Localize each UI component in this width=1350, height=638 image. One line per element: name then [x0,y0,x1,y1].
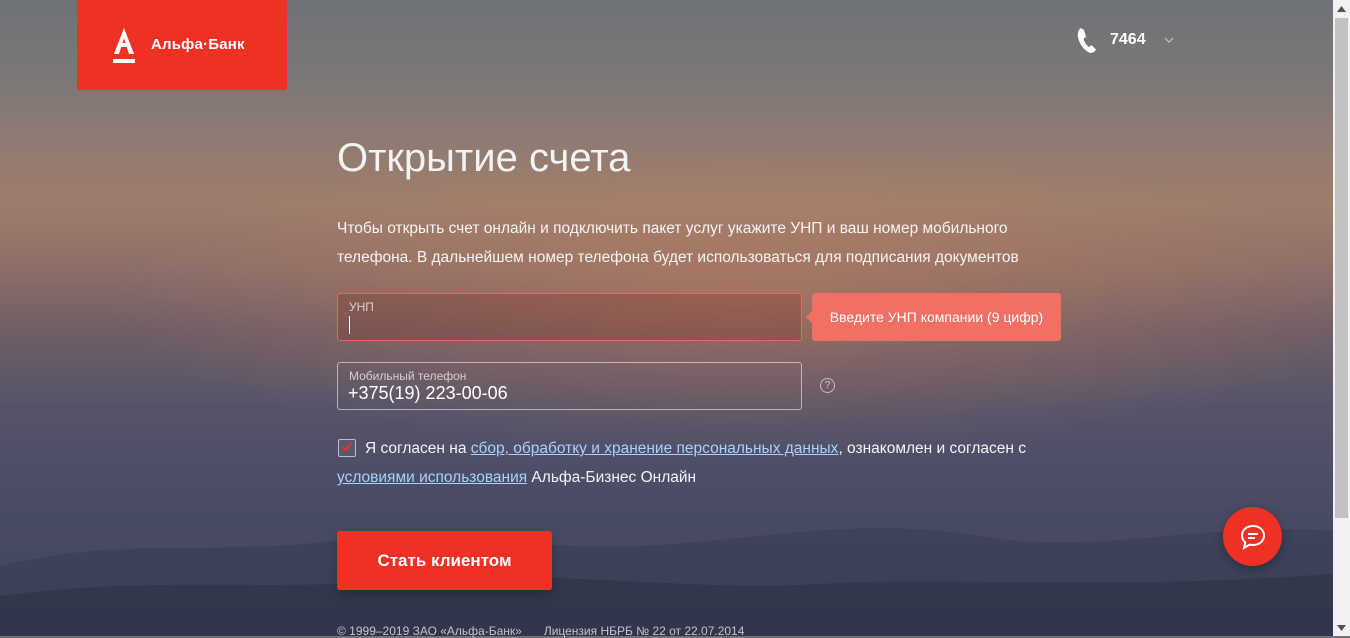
consent-text: Я согласен на сбор, обработку и хранение… [337,434,1057,492]
chat-button[interactable] [1223,507,1282,566]
logo-text: Альфа·Банк [151,36,245,53]
become-client-button[interactable]: Стать клиентом [337,531,552,590]
chat-bubble-icon [1240,524,1265,550]
mobile-phone-label: Мобильный телефон [349,369,467,383]
page-title: Открытие счета [337,136,631,180]
text-caret [349,316,350,334]
alfa-logo-icon [113,28,135,63]
vertical-scrollbar[interactable] [1333,0,1350,636]
page-description: Чтобы открыть счет онлайн и подключить п… [337,220,1019,266]
terms-of-use-link[interactable]: условиями использования [337,469,527,486]
scroll-thumb[interactable] [1335,18,1348,518]
unp-field[interactable]: УНП [337,293,802,341]
mobile-phone-value: +375(19) 223-00-06 [348,383,508,403]
unp-error-tooltip: Введите УНП компании (9 цифр) [806,293,1061,341]
phone-number: 7464 [1110,31,1146,48]
scroll-down-icon [1337,624,1346,631]
personal-data-link[interactable]: сбор, обработку и хранение персональных … [471,440,839,457]
consent-text-1: Я согласен на [365,440,471,457]
phone-selector[interactable]: 7464 [1076,26,1174,54]
phone-icon [1077,28,1096,53]
unp-label: УНП [349,300,374,314]
scroll-down-arrow[interactable] [1333,619,1350,636]
mobile-phone-field[interactable]: Мобильный телефон +375(19) 223-00-06 [337,362,802,410]
help-icon[interactable]: ? [820,378,835,393]
background-hills [0,528,1333,636]
consent-text-2: , ознакомлен и согласен с [838,440,1027,457]
scroll-up-icon [1337,5,1346,12]
chevron-down-icon [1164,37,1174,43]
consent-text-3: Альфа-Бизнес Онлайн [527,469,697,486]
alfa-bank-logo[interactable]: Альфа·Банк [77,0,287,90]
scroll-up-arrow[interactable] [1333,0,1350,17]
